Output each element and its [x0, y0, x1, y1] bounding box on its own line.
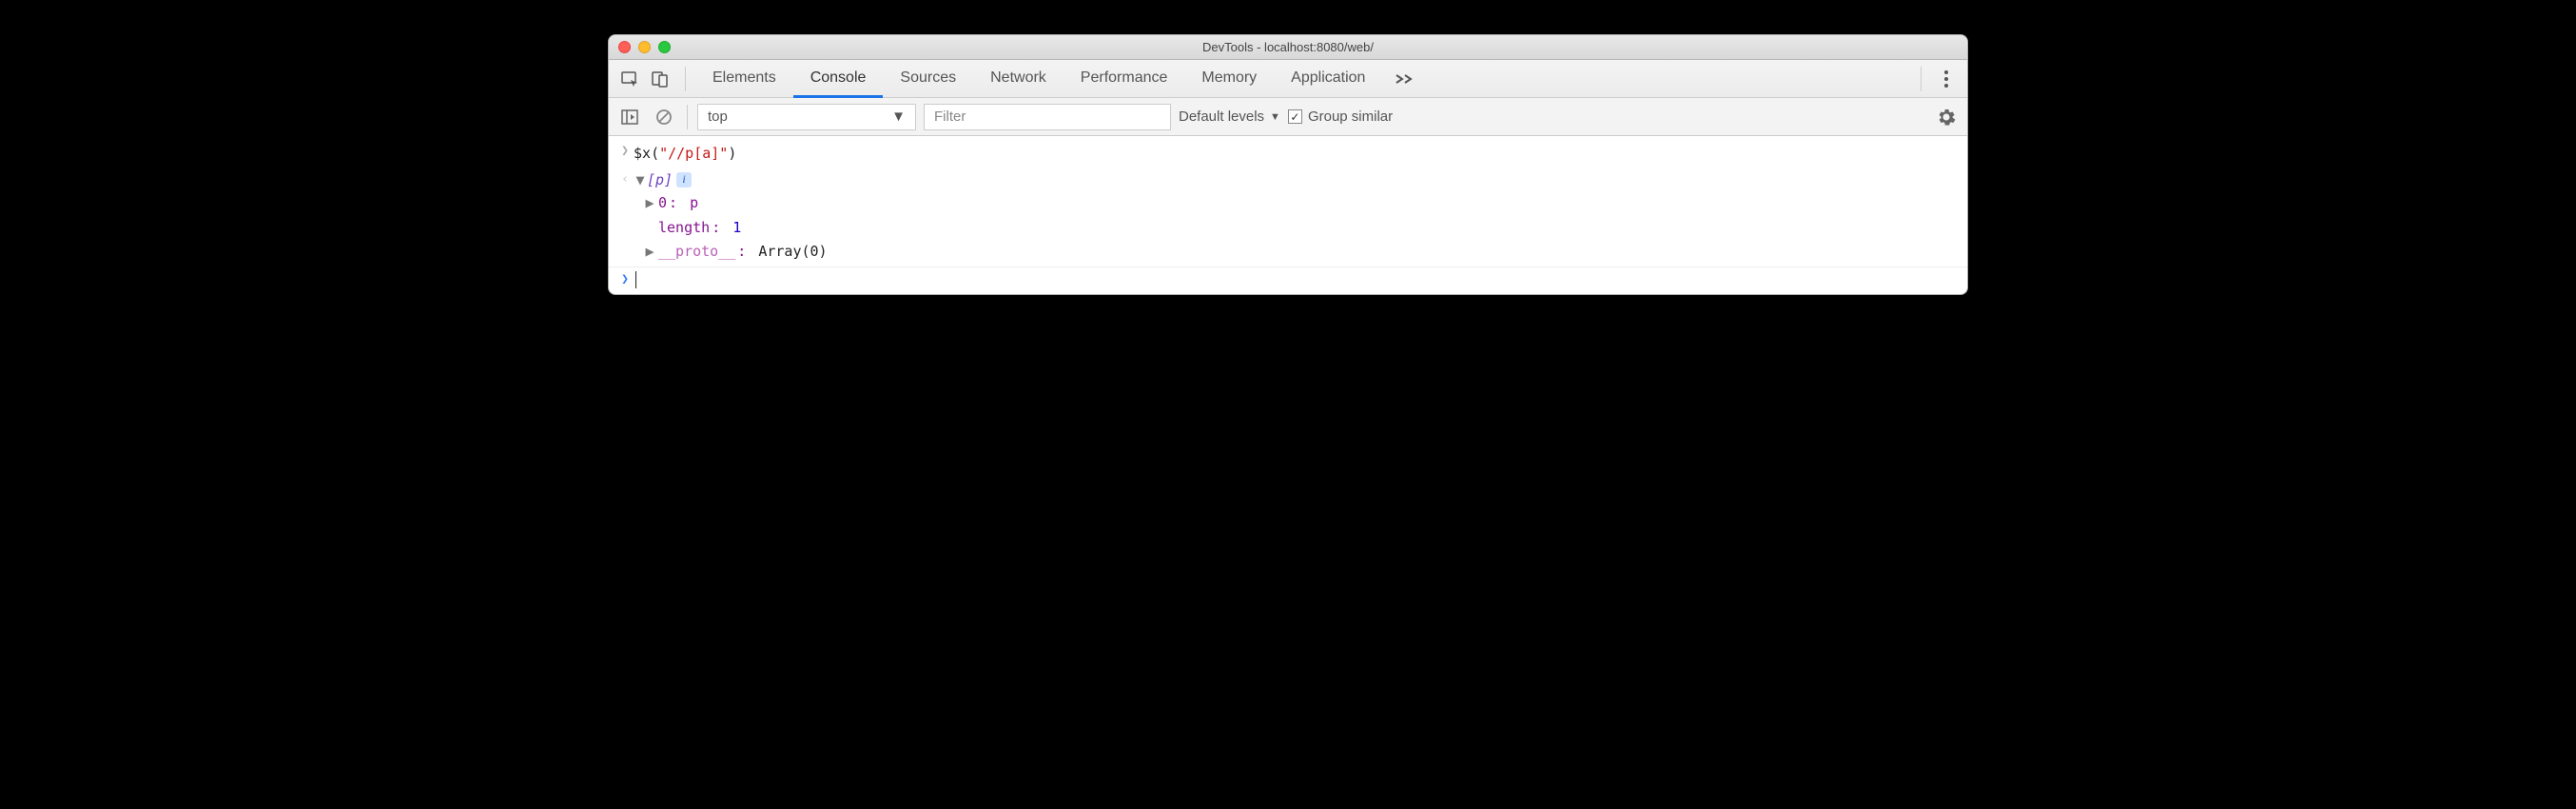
chevron-down-icon: ▼: [891, 109, 906, 125]
tab-elements[interactable]: Elements: [695, 60, 793, 98]
context-selector[interactable]: top ▼: [697, 104, 916, 130]
panel-tabs: Elements Console Sources Network Perform…: [695, 60, 1382, 97]
tabbar: Elements Console Sources Network Perform…: [609, 60, 1967, 98]
result-summary[interactable]: [p]: [647, 168, 673, 191]
tab-network[interactable]: Network: [973, 60, 1064, 98]
devtools-window: DevTools - localhost:8080/web/ Elements …: [608, 34, 1968, 295]
console-output: ❯ $x("//p[a]") ‹ ▼ [p] i ▶ 0: p length: …: [609, 136, 1967, 294]
checkbox-icon: ✓: [1288, 109, 1302, 124]
chevron-down-icon: ▼: [1270, 111, 1280, 123]
tree-row[interactable]: ▶ 0: p: [643, 191, 828, 216]
tree-row[interactable]: ▶ __proto__: Array(0): [643, 240, 828, 265]
console-input-echo: ❯ $x("//p[a]"): [609, 140, 1967, 167]
tab-performance[interactable]: Performance: [1064, 60, 1185, 98]
tab-application[interactable]: Application: [1274, 60, 1382, 98]
log-levels-selector[interactable]: Default levels ▼: [1179, 109, 1280, 125]
group-similar-toggle[interactable]: ✓ Group similar: [1288, 109, 1393, 125]
group-similar-label: Group similar: [1308, 109, 1393, 125]
clear-console-icon[interactable]: [651, 104, 677, 130]
filter-placeholder: Filter: [934, 109, 966, 125]
customize-menu-button[interactable]: [1931, 69, 1961, 89]
context-selector-value: top: [708, 109, 728, 125]
tree-row[interactable]: length: 1: [643, 216, 828, 241]
console-toolbar: top ▼ Filter Default levels ▼ ✓ Group si…: [609, 98, 1967, 136]
toggle-sidebar-icon[interactable]: [616, 104, 643, 130]
info-icon[interactable]: i: [676, 172, 692, 187]
divider: [1921, 67, 1922, 91]
disclosure-triangle-icon[interactable]: ▶: [643, 191, 656, 216]
tab-console[interactable]: Console: [793, 60, 884, 98]
output-marker-icon: ‹: [616, 170, 634, 190]
input-marker-icon: ❯: [616, 142, 634, 162]
console-prompt[interactable]: ❯: [609, 267, 1967, 292]
console-result[interactable]: ‹ ▼ [p] i ▶ 0: p length: 1 ▶ __proto__: …: [609, 167, 1967, 267]
disclosure-triangle-icon[interactable]: ▶: [643, 240, 656, 265]
filter-input[interactable]: Filter: [924, 104, 1171, 130]
object-tree: ▶ 0: p length: 1 ▶ __proto__: Array(0): [616, 191, 828, 265]
disclosure-triangle-icon[interactable]: ▼: [634, 168, 647, 191]
log-levels-label: Default levels: [1179, 109, 1264, 125]
inspect-element-icon[interactable]: [615, 64, 645, 94]
window-title: DevTools - localhost:8080/web/: [609, 40, 1967, 54]
tab-memory[interactable]: Memory: [1184, 60, 1274, 98]
text-cursor: [635, 271, 636, 288]
divider: [685, 67, 686, 91]
prompt-marker-icon: ❯: [616, 272, 634, 286]
console-settings-icon[interactable]: [1933, 104, 1960, 130]
titlebar: DevTools - localhost:8080/web/: [609, 35, 1967, 60]
more-tabs-button[interactable]: [1382, 72, 1426, 86]
device-toolbar-icon[interactable]: [645, 64, 675, 94]
tab-sources[interactable]: Sources: [883, 60, 973, 98]
divider: [687, 105, 688, 129]
command-text: $x("//p[a]"): [634, 142, 736, 165]
